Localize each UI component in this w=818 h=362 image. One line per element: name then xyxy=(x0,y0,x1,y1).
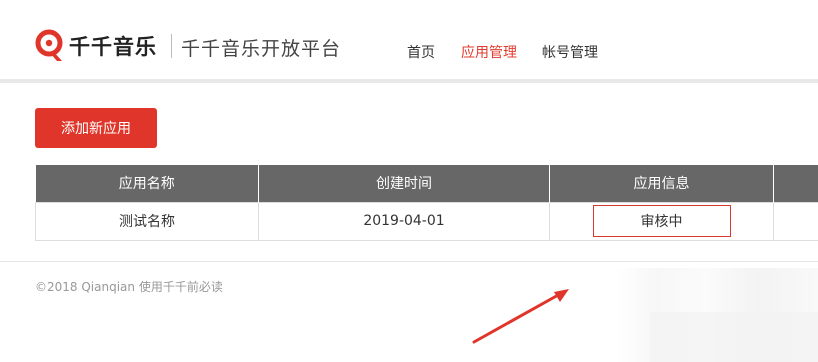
column-header-app-name: 应用名称 xyxy=(35,165,259,202)
nav-home[interactable]: 首页 xyxy=(407,42,435,62)
copyright-text: ©2018 Qianqian xyxy=(35,280,136,294)
qianqian-logo-icon xyxy=(35,29,63,61)
cell-extra xyxy=(773,201,818,241)
red-arrow-icon xyxy=(472,289,569,344)
table-row: 测试名称 2019-04-01 审核中 xyxy=(35,201,818,241)
status-badge[interactable]: 审核中 xyxy=(592,205,731,237)
footer-link-must-read[interactable]: 使用千千前必读 xyxy=(139,280,223,294)
add-app-button[interactable]: 添加新应用 xyxy=(35,108,157,148)
footer-divider xyxy=(0,261,818,262)
top-header: 千千音乐 千千音乐开放平台 首页 应用管理 帐号管理 xyxy=(0,0,818,80)
nav-app-management[interactable]: 应用管理 xyxy=(461,42,517,62)
footer: ©2018 Qianqian 使用千千前必读 xyxy=(35,278,223,295)
logo[interactable]: 千千音乐 xyxy=(35,28,157,64)
column-header-extra xyxy=(773,165,818,202)
blurred-region-lower xyxy=(650,312,818,362)
cell-created-time: 2019-04-01 xyxy=(258,201,550,241)
column-header-app-info: 应用信息 xyxy=(549,165,774,202)
cell-app-name: 测试名称 xyxy=(35,201,259,241)
app-table: 应用名称 创建时间 应用信息 测试名称 2019-04-01 审核中 xyxy=(35,165,818,241)
platform-title: 千千音乐开放平台 xyxy=(181,38,342,60)
header-divider xyxy=(0,79,818,83)
cell-app-info: 审核中 xyxy=(549,201,774,241)
column-header-created-time: 创建时间 xyxy=(258,165,550,202)
table-header-row: 应用名称 创建时间 应用信息 xyxy=(35,165,818,202)
logo-divider xyxy=(171,34,172,58)
logo-text: 千千音乐 xyxy=(69,35,157,59)
nav-account-management[interactable]: 帐号管理 xyxy=(542,42,598,62)
